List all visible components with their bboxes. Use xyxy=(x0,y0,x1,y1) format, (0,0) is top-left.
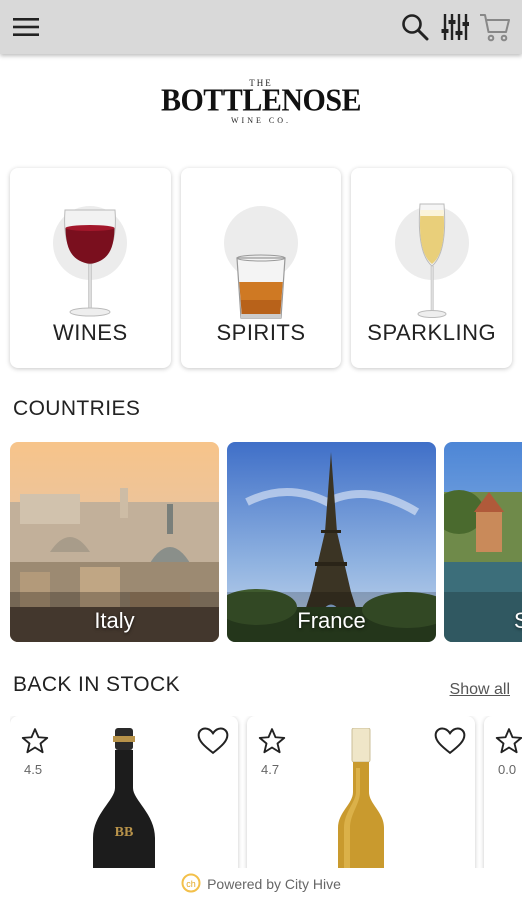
country-card-france[interactable]: France xyxy=(227,442,436,642)
category-card-spirits[interactable]: SPIRITS xyxy=(180,168,342,368)
countries-carousel[interactable]: Italy France S xyxy=(10,442,522,642)
powered-by-text: Powered by City Hive xyxy=(207,876,341,892)
whiskey-tumbler-icon xyxy=(181,182,342,322)
product-bottle-image xyxy=(326,727,396,876)
product-rating: 0.0 xyxy=(498,762,517,777)
show-all-link[interactable]: Show all xyxy=(450,681,510,699)
back-in-stock-title: BACK IN STOCK xyxy=(13,673,181,696)
country-card-italy[interactable]: Italy xyxy=(10,442,219,642)
heart-favorite-icon[interactable] xyxy=(196,726,230,761)
powered-by-footer: ch Powered by City Hive xyxy=(0,868,522,900)
sliders-filter-icon[interactable] xyxy=(438,9,472,45)
category-cards: WINES SPIRITS SPARKLING xyxy=(10,168,513,368)
countries-section-title: COUNTRIES xyxy=(13,397,141,420)
star-rating-icon[interactable] xyxy=(494,726,522,761)
product-card[interactable]: 4.7 xyxy=(247,716,475,876)
svg-text:BB: BB xyxy=(115,825,134,840)
city-hive-logo-icon: ch xyxy=(181,873,201,896)
store-logo[interactable]: THE BOTTLENOSE WINE CO. xyxy=(0,78,522,125)
hamburger-menu-icon[interactable] xyxy=(10,12,42,42)
country-name: Italy xyxy=(94,608,135,633)
star-rating-icon[interactable] xyxy=(257,726,287,761)
product-rating: 4.5 xyxy=(24,762,43,777)
search-icon[interactable] xyxy=(398,9,432,45)
category-label: WINES xyxy=(53,320,128,345)
red-wine-glass-icon xyxy=(10,182,171,322)
country-name: France xyxy=(297,608,366,633)
category-card-wines[interactable]: WINES xyxy=(10,168,171,368)
product-card[interactable]: 0.0 xyxy=(484,716,522,876)
country-name: S xyxy=(514,608,522,633)
product-bottle-image: BB xyxy=(79,728,169,876)
star-rating-icon[interactable] xyxy=(20,726,50,761)
category-label: SPARKLING xyxy=(367,320,497,345)
category-label: SPIRITS xyxy=(216,320,306,345)
category-card-sparkling[interactable]: SPARKLING xyxy=(351,168,513,368)
champagne-flute-icon xyxy=(351,182,512,322)
product-rating: 4.7 xyxy=(261,762,280,777)
country-card-spain[interactable]: S xyxy=(444,442,522,642)
logo-brand: BOTTLENOSE xyxy=(160,83,362,118)
shopping-cart-icon[interactable] xyxy=(478,9,512,45)
back-in-stock-carousel[interactable]: 4.5 BB 4.7 0.0 xyxy=(10,716,522,876)
svg-text:ch: ch xyxy=(186,879,196,889)
top-app-bar xyxy=(0,0,522,54)
heart-favorite-icon[interactable] xyxy=(433,726,467,761)
product-card[interactable]: 4.5 BB xyxy=(10,716,238,876)
